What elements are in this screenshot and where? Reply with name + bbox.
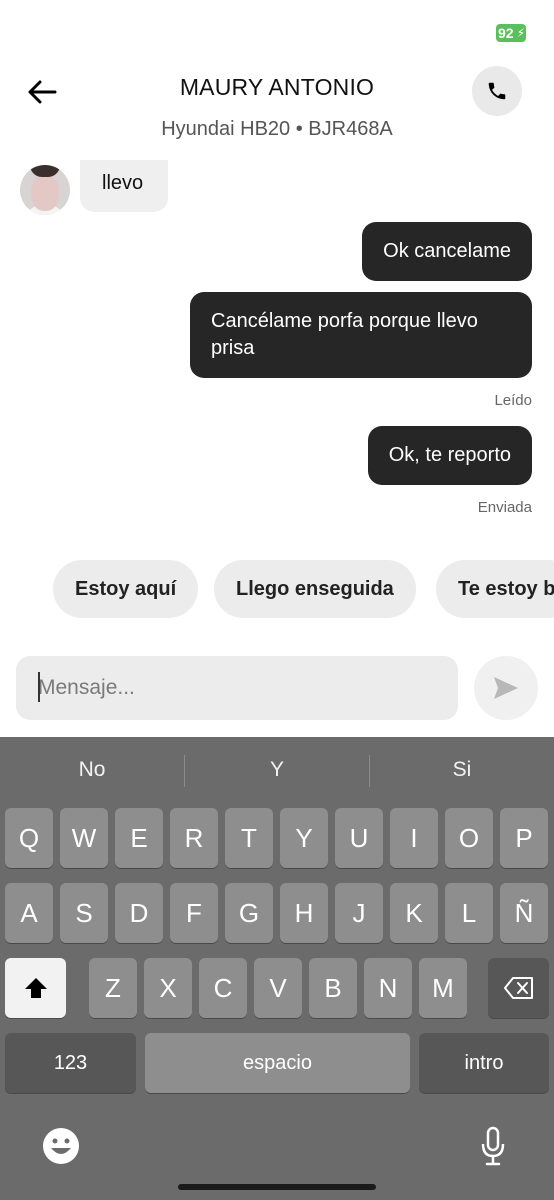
key[interactable]: T	[225, 808, 273, 868]
key[interactable]: R	[170, 808, 218, 868]
key[interactable]: X	[144, 958, 192, 1018]
key[interactable]: A	[5, 883, 53, 943]
key[interactable]: H	[280, 883, 328, 943]
message-list[interactable]: llevo Ok cancelame Cancélame porfa porqu…	[0, 160, 554, 540]
key[interactable]: Ñ	[500, 883, 548, 943]
key[interactable]: M	[419, 958, 467, 1018]
keyboard-suggestions: No Y Si	[0, 737, 554, 801]
outgoing-message: Ok cancelame	[362, 222, 532, 281]
key[interactable]: S	[60, 883, 108, 943]
home-indicator[interactable]	[178, 1184, 376, 1190]
return-key[interactable]: intro	[419, 1033, 549, 1093]
key[interactable]: J	[335, 883, 383, 943]
text-cursor	[38, 672, 40, 702]
key[interactable]: C	[199, 958, 247, 1018]
read-receipt: Leído	[494, 392, 532, 409]
call-button[interactable]	[472, 66, 522, 116]
phone-icon	[488, 82, 506, 100]
key[interactable]: I	[390, 808, 438, 868]
suggestion[interactable]: Si	[370, 737, 554, 801]
message-input[interactable]	[16, 656, 458, 720]
key[interactable]: N	[364, 958, 412, 1018]
incoming-message-text: llevo	[102, 172, 144, 194]
key[interactable]: G	[225, 883, 273, 943]
microphone-button[interactable]	[469, 1122, 517, 1170]
key[interactable]: D	[115, 883, 163, 943]
quick-replies: Estoy aquí Llego enseguida Te estoy b	[0, 560, 554, 620]
key[interactable]: E	[115, 808, 163, 868]
outgoing-message: Cancélame porfa porque llevo prisa	[190, 292, 532, 378]
send-button[interactable]	[474, 656, 538, 720]
key[interactable]: P	[500, 808, 548, 868]
key[interactable]: V	[254, 958, 302, 1018]
key[interactable]: B	[309, 958, 357, 1018]
keyboard: No Y Si Q W E R T Y U I O P A S D F G H …	[0, 737, 554, 1200]
driver-name: MAURY ANTONIO	[179, 74, 375, 100]
numbers-key[interactable]: 123	[5, 1033, 136, 1093]
message-composer	[0, 656, 554, 722]
space-key[interactable]: espacio	[145, 1033, 410, 1093]
backspace-icon	[503, 977, 533, 999]
battery-indicator: 92 ⚡	[496, 24, 526, 42]
key[interactable]: Y	[280, 808, 328, 868]
key[interactable]: W	[60, 808, 108, 868]
key[interactable]: L	[445, 883, 493, 943]
backspace-key[interactable]	[488, 958, 549, 1018]
shift-arrow-icon	[24, 978, 47, 998]
quick-reply-chip[interactable]: Te estoy b	[436, 560, 554, 618]
key[interactable]: Z	[89, 958, 137, 1018]
key[interactable]: F	[170, 883, 218, 943]
driver-avatar	[20, 165, 70, 215]
vehicle-info: Hyundai HB20 • BJR468A	[161, 118, 393, 140]
shift-key[interactable]	[5, 958, 66, 1018]
emoji-icon	[43, 1128, 79, 1164]
emoji-button[interactable]	[37, 1122, 85, 1170]
microphone-icon	[481, 1126, 505, 1166]
sent-receipt: Enviada	[477, 499, 532, 516]
status-bar: 92 ⚡	[0, 0, 554, 60]
charging-icon: ⚡	[516, 26, 525, 40]
chat-header: MAURY ANTONIO Hyundai HB20 • BJR468A	[0, 60, 554, 160]
quick-reply-chip[interactable]: Estoy aquí	[53, 560, 199, 618]
key[interactable]: Q	[5, 808, 53, 868]
battery-level: 92	[498, 25, 514, 41]
suggestion[interactable]: Y	[185, 737, 369, 801]
key[interactable]: O	[445, 808, 493, 868]
key[interactable]: U	[335, 808, 383, 868]
key[interactable]: K	[390, 883, 438, 943]
send-icon	[494, 677, 518, 699]
quick-reply-chip[interactable]: Llego enseguida	[214, 560, 416, 618]
suggestion[interactable]: No	[0, 737, 184, 801]
outgoing-message: Ok, te reporto	[367, 426, 532, 485]
